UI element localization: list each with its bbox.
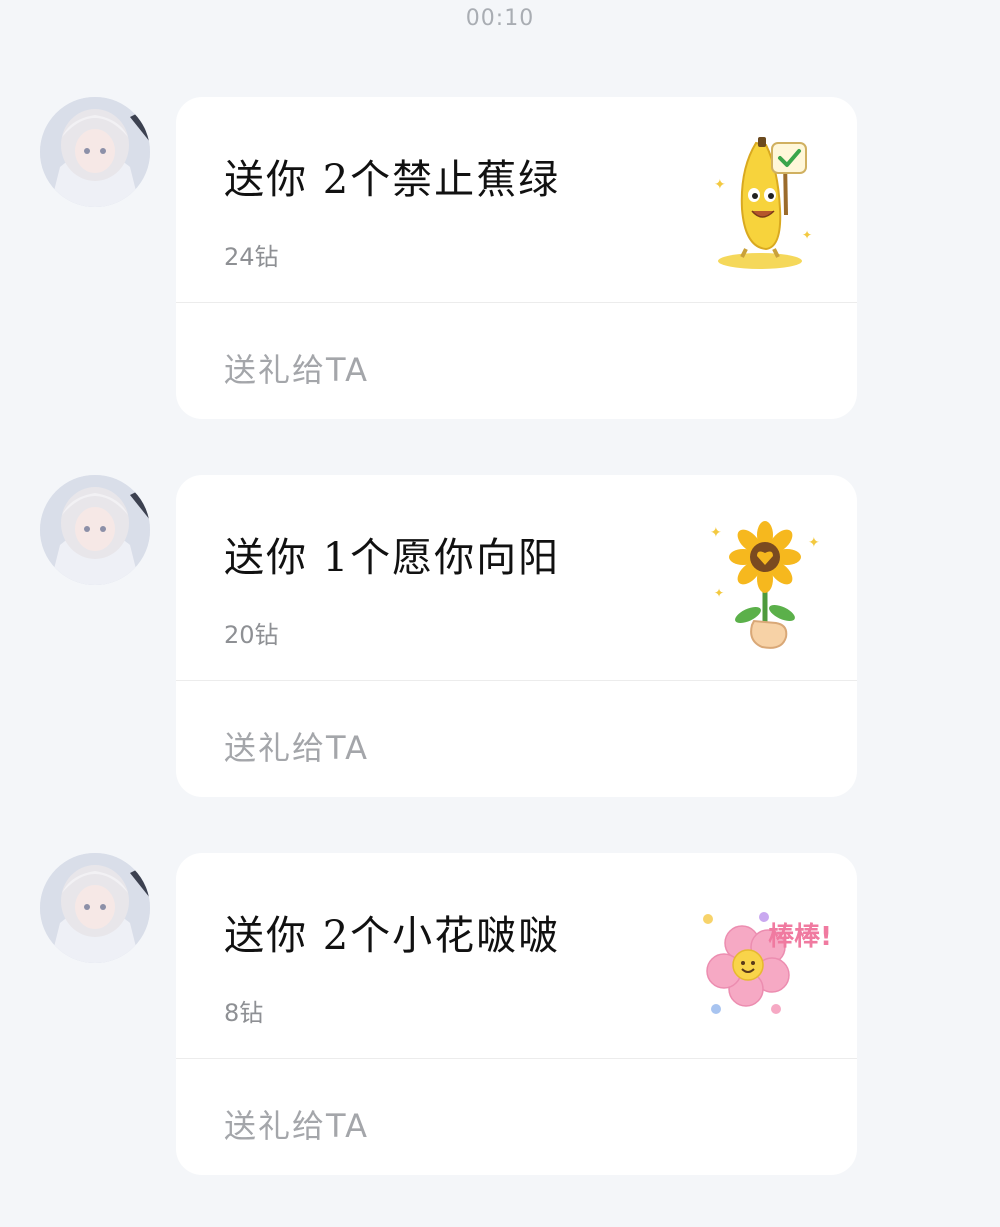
gift-price: 8钻 <box>224 999 264 1027</box>
send-gift-button[interactable]: 送礼给TA <box>224 723 369 769</box>
gift-card: 送你 2个小花啵啵 8钻 棒棒! 送礼给TA <box>176 853 857 1175</box>
gift-price: 20钻 <box>224 621 279 649</box>
sunflower-in-hand-icon: ✦ ✦ ✦ <box>690 507 840 657</box>
svg-text:✦: ✦ <box>710 525 722 541</box>
gift-title: 送你 2个小花啵啵 <box>224 913 561 959</box>
message-timestamp: 00:10 <box>465 6 535 31</box>
divider <box>176 1058 857 1059</box>
send-gift-button[interactable]: 送礼给TA <box>224 345 369 391</box>
svg-text:✦: ✦ <box>714 586 724 600</box>
gift-message: 送你 2个禁止蕉绿 24钻 ✦ ✦ 送礼给TA <box>0 97 1000 419</box>
divider <box>176 302 857 303</box>
avatar[interactable] <box>40 475 150 585</box>
gift-message: 送你 1个愿你向阳 20钻 ✦ ✦ ✦ 送礼给TA <box>0 475 1000 797</box>
gift-title: 送你 2个禁止蕉绿 <box>224 157 561 203</box>
gift-card: 送你 1个愿你向阳 20钻 ✦ ✦ ✦ 送礼给TA <box>176 475 857 797</box>
svg-text:✦: ✦ <box>802 228 812 242</box>
gift-title: 送你 1个愿你向阳 <box>224 535 561 581</box>
gift-card: 送你 2个禁止蕉绿 24钻 ✦ ✦ 送礼给TA <box>176 97 857 419</box>
sticker-text: 棒棒! <box>768 922 832 952</box>
avatar[interactable] <box>40 97 150 207</box>
svg-text:✦: ✦ <box>808 535 820 551</box>
gift-message: 送你 2个小花啵啵 8钻 棒棒! 送礼给TA <box>0 853 1000 1175</box>
pink-flower-smile-icon: 棒棒! <box>690 885 840 1035</box>
gift-price: 24钻 <box>224 243 279 271</box>
send-gift-button[interactable]: 送礼给TA <box>224 1101 369 1147</box>
avatar[interactable] <box>40 853 150 963</box>
divider <box>176 680 857 681</box>
svg-text:✦: ✦ <box>714 177 726 193</box>
banana-thumbs-up-icon: ✦ ✦ <box>690 129 840 279</box>
